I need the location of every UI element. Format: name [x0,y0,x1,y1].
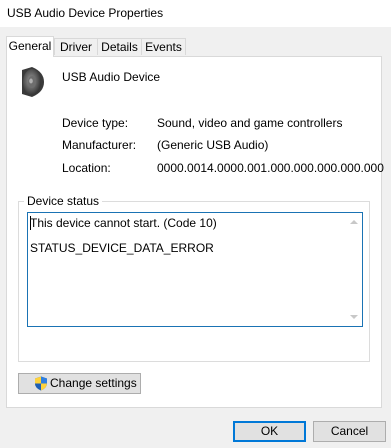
manufacturer-value: (Generic USB Audio) [157,138,269,152]
device-status-title: Device status [24,194,103,208]
window-title: USB Audio Device Properties [7,6,164,20]
location-label: Location: [62,161,111,175]
vertical-scrollbar[interactable] [345,213,362,326]
change-settings-button[interactable]: Change settings [18,373,141,394]
tab-details[interactable]: Details [97,38,142,55]
device-type-value: Sound, video and game controllers [157,116,343,130]
ok-button[interactable]: OK [233,421,306,442]
scroll-down-icon[interactable] [350,315,358,319]
location-value: 0000.0014.0000.001.000.000.000.000.000 [157,161,384,175]
tab-events[interactable]: Events [141,38,186,55]
device-status-textbox[interactable]: This device cannot start. (Code 10) STAT… [27,212,363,327]
speaker-icon [22,67,44,97]
title-bar: USB Audio Device Properties [0,0,391,27]
cancel-button[interactable]: Cancel [313,421,386,442]
device-type-label: Device type: [62,116,129,130]
status-error-code: STATUS_DEVICE_DATA_ERROR [30,241,214,255]
status-message: This device cannot start. (Code 10) [30,216,217,230]
device-name: USB Audio Device [62,70,161,84]
manufacturer-label: Manufacturer: [62,138,137,152]
uac-shield-icon [35,376,47,391]
change-settings-label: Change settings [50,376,137,390]
scroll-up-icon[interactable] [350,220,358,224]
tab-general[interactable]: General [6,36,54,57]
tab-driver[interactable]: Driver [54,38,98,55]
